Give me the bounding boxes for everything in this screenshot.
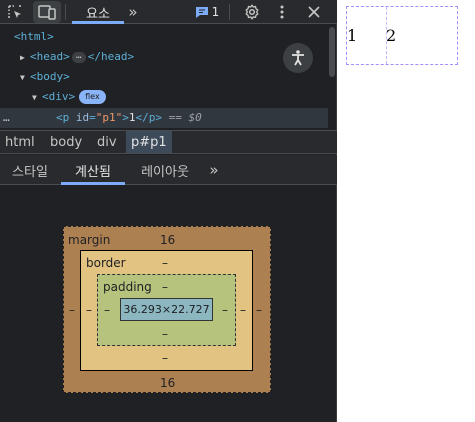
collapsed-ellipsis[interactable]: …: [71, 51, 86, 63]
more-tabs-icon[interactable]: »: [122, 0, 144, 24]
breadcrumb-html[interactable]: html: [0, 131, 40, 153]
p-close-tag: </p>: [135, 111, 163, 124]
dom-node-html[interactable]: <html>: [14, 27, 54, 47]
head-open-tag: <head>: [30, 50, 70, 63]
head-close-tag: </head>: [87, 50, 135, 63]
devtools-toolbar: 요소 » 1: [0, 0, 337, 24]
breadcrumb: html body div p#p1: [0, 130, 337, 154]
close-icon[interactable]: [301, 0, 327, 24]
expanded-triangle-icon[interactable]: ▼: [32, 88, 42, 108]
accessibility-tree-button[interactable]: [283, 43, 313, 73]
more-options-icon[interactable]: [272, 0, 292, 24]
border-label: border: [86, 256, 126, 270]
devtools-panel: 요소 » 1 <html> ▶ <head>… </head> ▼ <body> ▼ <…: [0, 0, 337, 422]
active-tab-indicator: [72, 21, 124, 24]
accessibility-icon: [292, 50, 304, 66]
p-open-tag: <p: [56, 111, 76, 124]
dom-node-head[interactable]: ▶ <head>… </head>: [20, 47, 134, 67]
border-top-value[interactable]: –: [162, 256, 168, 270]
border-left-value[interactable]: –: [86, 303, 92, 317]
dom-tree-scrollbar[interactable]: [329, 27, 335, 77]
border-right-value[interactable]: –: [240, 303, 246, 317]
expanded-triangle-icon[interactable]: ▼: [20, 68, 30, 88]
padding-right-value[interactable]: –: [222, 303, 228, 317]
element-picker-icon[interactable]: [2, 0, 28, 24]
tab-layout[interactable]: 레이아웃: [136, 155, 194, 185]
margin-top-value[interactable]: 16: [160, 233, 175, 247]
div-tag: <div>: [42, 90, 76, 103]
dom-node-div[interactable]: ▼ <div> flex: [32, 87, 106, 107]
message-icon: [195, 6, 208, 18]
flex-container-highlight: [346, 6, 458, 65]
flex-badge[interactable]: flex: [79, 90, 106, 104]
p-tag-end: >: [122, 111, 129, 124]
device-toolbar-icon[interactable]: [33, 1, 61, 23]
box-model-content-size[interactable]: 36.293×22.727: [120, 298, 213, 321]
border-bottom-value[interactable]: –: [162, 351, 168, 365]
collapsed-triangle-icon[interactable]: ▶: [20, 48, 30, 68]
dom-tree: <html> ▶ <head>… </head> ▼ <body> ▼ <div> fle…: [0, 25, 337, 129]
more-subtabs-icon[interactable]: »: [203, 155, 225, 185]
dom-node-body[interactable]: ▼ <body>: [20, 67, 70, 87]
margin-left-value[interactable]: –: [69, 303, 75, 317]
padding-label: padding: [103, 280, 152, 294]
toolbar-divider: [65, 4, 66, 20]
issues-count: 1: [211, 5, 220, 19]
padding-top-value[interactable]: –: [162, 280, 168, 294]
p-node-content: <p id="p1">1</p> == $0: [56, 108, 202, 128]
page-viewport: 1 2: [338, 0, 475, 422]
breadcrumb-div[interactable]: div: [92, 131, 122, 153]
tab-styles[interactable]: 스타일: [8, 155, 52, 185]
breadcrumb-p-p1[interactable]: p#p1: [126, 131, 172, 153]
active-subtab-indicator: [61, 182, 125, 185]
p-attr-name: id: [75, 111, 90, 124]
p-attr-eq: =: [89, 111, 96, 124]
node-actions-icon[interactable]: …: [3, 108, 10, 128]
sidebar-tabs: 스타일 계산됨 레이아웃 »: [0, 155, 337, 185]
p-text: 1: [128, 111, 136, 124]
margin-label: margin: [68, 233, 111, 247]
settings-gear-icon[interactable]: [240, 0, 264, 24]
flex-item-2: 2: [386, 26, 397, 45]
html-tag: <html>: [14, 30, 54, 43]
issues-button[interactable]: 1: [192, 0, 222, 24]
breadcrumb-body[interactable]: body: [45, 131, 87, 153]
margin-bottom-value[interactable]: 16: [160, 376, 175, 390]
padding-left-value[interactable]: –: [104, 303, 110, 317]
toolbar-divider: [229, 4, 230, 20]
padding-bottom-value[interactable]: –: [162, 327, 168, 341]
tab-computed[interactable]: 계산됨: [61, 155, 125, 185]
margin-right-value[interactable]: –: [256, 303, 262, 317]
body-tag: <body>: [30, 70, 70, 83]
dollar-zero-ref: == $0: [168, 111, 202, 124]
flex-item-1: 1: [347, 26, 358, 45]
p-attr-value: "p1": [95, 111, 123, 124]
dom-node-p-selected[interactable]: … <p id="p1">1</p> == $0: [0, 108, 328, 128]
